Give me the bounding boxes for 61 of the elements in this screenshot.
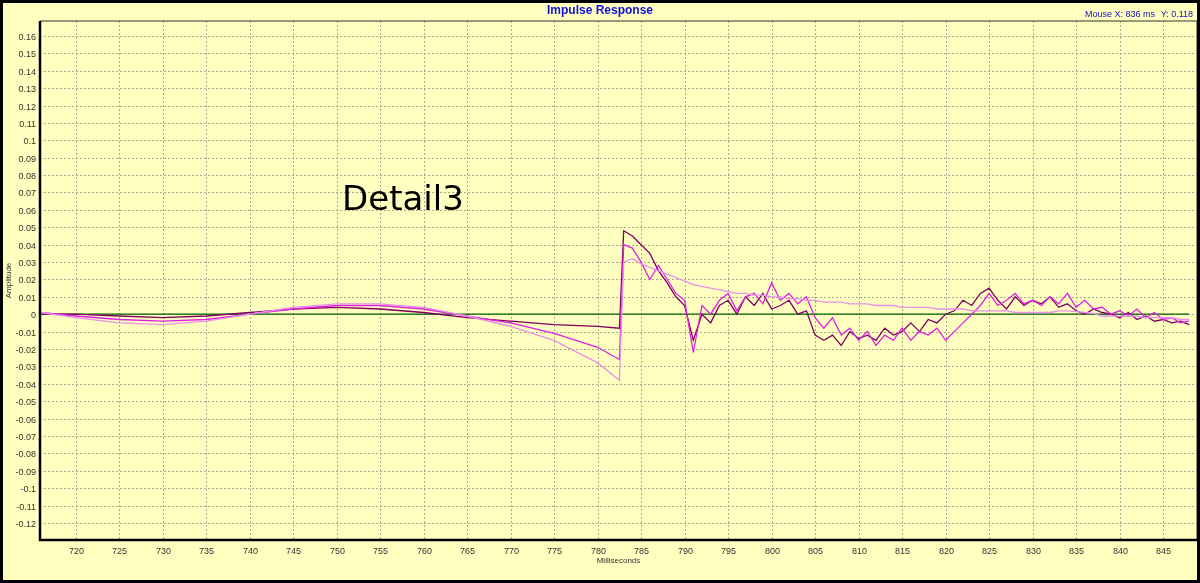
y-tick-label: 0.02: [18, 274, 36, 285]
y-tick-label: 0.07: [18, 187, 36, 198]
y-tick-label: -0.07: [15, 431, 36, 442]
x-tick-label: 825: [982, 546, 997, 556]
x-tick-label: 755: [373, 546, 388, 556]
x-tick-label: 770: [504, 546, 519, 556]
x-tick-label: 730: [156, 546, 171, 556]
detail-label: Detail3: [342, 178, 464, 218]
x-tick-label: 720: [69, 546, 84, 556]
y-tick-label: 0.13: [18, 83, 36, 94]
y-tick-label: -0.08: [15, 448, 36, 459]
x-tick-label: 800: [765, 546, 780, 556]
y-tick-label: -0.05: [15, 396, 36, 407]
x-tick-label: 815: [895, 546, 910, 556]
y-tick-label: -0.03: [15, 361, 36, 372]
x-tick-label: 735: [199, 546, 214, 556]
y-tick-label: 0.01: [18, 292, 36, 303]
x-tick-label: 775: [547, 546, 562, 556]
y-tick-label: 0.12: [18, 101, 36, 112]
x-axis-label: Milliseconds: [596, 556, 641, 565]
mouse-x-readout: Mouse X: 836 ms: [1084, 9, 1155, 19]
x-tick-label: 785: [634, 546, 649, 556]
y-tick-label: 0.06: [18, 205, 36, 216]
x-tick-label: 830: [1026, 546, 1041, 556]
x-tick-label: 835: [1069, 546, 1084, 556]
y-tick-label: -0.01: [15, 327, 36, 338]
x-tick-label: 840: [1113, 546, 1128, 556]
x-tick-label: 810: [852, 546, 867, 556]
y-tick-label: 0.14: [18, 66, 36, 77]
y-tick-label: 0.09: [18, 153, 36, 164]
y-tick-label: 0.16: [18, 31, 36, 42]
x-tick-label: 750: [330, 546, 345, 556]
y-tick-label: -0.06: [15, 414, 36, 425]
chart-title: Impulse Response: [547, 3, 653, 17]
y-tick-label: -0.12: [15, 518, 36, 529]
x-tick-label: 795: [721, 546, 736, 556]
x-tick-label: 805: [808, 546, 823, 556]
y-tick-label: 0.15: [18, 48, 36, 59]
y-tick-label: -0.09: [15, 466, 36, 477]
x-tick-label: 765: [460, 546, 475, 556]
x-tick-label: 745: [286, 546, 301, 556]
x-tick-label: 740: [243, 546, 258, 556]
mouse-y-readout: Y: 0.118: [1160, 9, 1193, 19]
y-tick-label: -0.04: [15, 379, 36, 390]
x-tick-label: 725: [112, 546, 127, 556]
y-tick-label: 0.03: [18, 257, 36, 268]
x-tick-label: 845: [1156, 546, 1171, 556]
y-tick-label: 0.04: [18, 240, 36, 251]
y-axis-label: Amplitude: [4, 262, 13, 299]
y-tick-label: 0.1: [23, 135, 36, 146]
y-tick-label: -0.11: [16, 501, 36, 512]
y-tick-label: -0.1: [20, 483, 36, 494]
y-tick-label: 0.05: [18, 222, 36, 233]
x-tick-label: 820: [939, 546, 954, 556]
x-tick-label: 790: [678, 546, 693, 556]
y-tick-label: 0.11: [19, 118, 36, 129]
x-tick-label: 760: [417, 546, 432, 556]
y-tick-label: 0: [31, 309, 36, 320]
y-tick-label: -0.02: [15, 344, 36, 355]
x-tick-label: 780: [591, 546, 606, 556]
y-tick-label: 0.08: [18, 170, 36, 181]
